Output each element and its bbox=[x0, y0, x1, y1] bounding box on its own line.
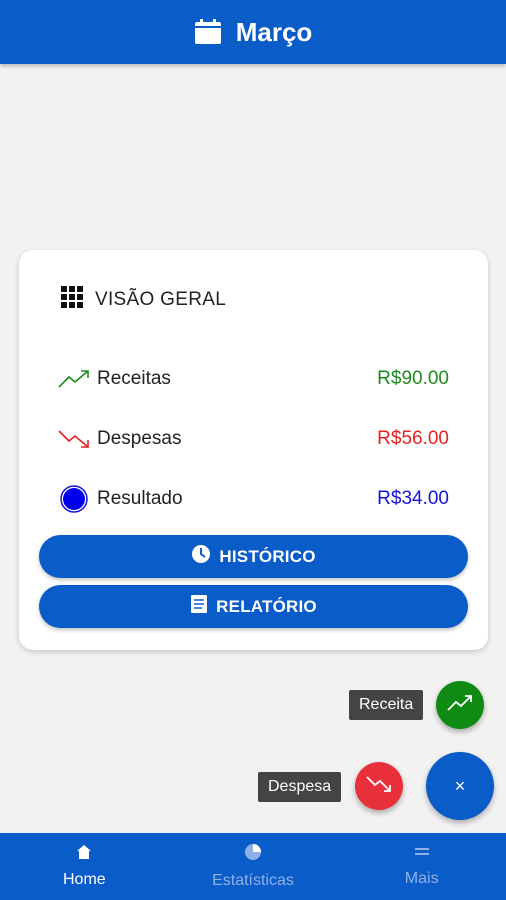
app-header: Março bbox=[0, 0, 506, 64]
result-row: Resultado R$34.00 bbox=[57, 484, 449, 514]
nav-item-statistics[interactable]: Estatísticas bbox=[169, 833, 338, 900]
overview-card: VISÃO GERAL Receitas R$90.00 Despesas R$… bbox=[19, 250, 488, 650]
grid-icon bbox=[61, 286, 83, 313]
result-value: R$34.00 bbox=[377, 488, 449, 509]
bottom-navigation: Home Estatísticas Mais bbox=[0, 833, 506, 900]
add-income-button[interactable] bbox=[436, 681, 484, 729]
close-fab-button[interactable]: × bbox=[426, 752, 494, 820]
report-button-label: RELATÓRIO bbox=[216, 596, 317, 616]
page-title: Março bbox=[235, 16, 313, 47]
history-button-label: HISTÓRICO bbox=[219, 546, 316, 566]
document-icon bbox=[190, 594, 208, 619]
trending-up-icon bbox=[57, 364, 91, 394]
calendar-icon bbox=[194, 19, 222, 45]
overview-header: VISÃO GERAL bbox=[61, 286, 226, 313]
result-label: Resultado bbox=[97, 488, 183, 509]
nav-label-home: Home bbox=[62, 871, 106, 888]
trending-down-icon bbox=[57, 424, 91, 454]
income-row: Receitas R$90.00 bbox=[57, 364, 449, 394]
expense-label: Despesas bbox=[97, 428, 182, 449]
income-label: Receitas bbox=[97, 368, 171, 389]
pie-chart-icon bbox=[244, 843, 262, 866]
report-button[interactable]: RELATÓRIO bbox=[39, 585, 468, 628]
nav-item-home[interactable]: Home bbox=[0, 833, 169, 900]
expense-fab-label: Despesa bbox=[258, 772, 342, 802]
nav-label-more: Mais bbox=[404, 870, 439, 887]
add-expense-button[interactable] bbox=[355, 762, 403, 810]
clock-icon bbox=[191, 544, 211, 569]
expense-value: R$56.00 bbox=[377, 428, 449, 449]
income-value: R$90.00 bbox=[377, 368, 449, 389]
expense-row: Despesas R$56.00 bbox=[57, 424, 449, 454]
income-fab-label: Receita bbox=[349, 690, 424, 720]
overview-title: VISÃO GERAL bbox=[95, 288, 227, 310]
nav-item-more[interactable]: Mais bbox=[337, 833, 506, 900]
history-button[interactable]: HISTÓRICO bbox=[39, 535, 468, 578]
close-icon: × bbox=[454, 775, 466, 796]
nav-label-statistics: Estatísticas bbox=[212, 872, 294, 889]
menu-icon bbox=[414, 845, 430, 864]
trending-up-icon bbox=[447, 694, 473, 717]
trending-down-icon bbox=[366, 775, 392, 798]
circle-icon bbox=[57, 484, 91, 514]
home-icon bbox=[76, 844, 92, 865]
